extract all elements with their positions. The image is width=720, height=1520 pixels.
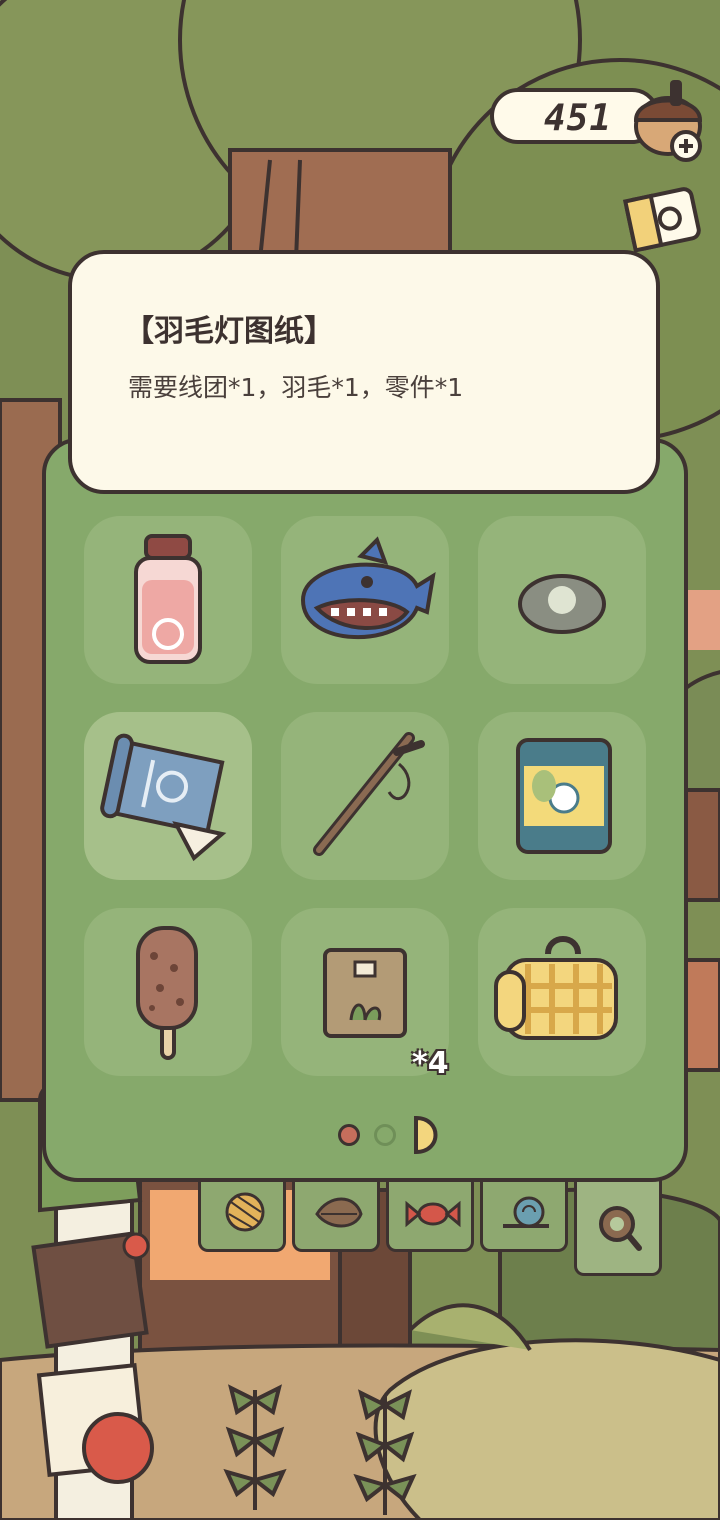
bottle-icon <box>134 534 202 664</box>
leaf-icon <box>315 1197 363 1228</box>
inventory-slot-stone[interactable] <box>478 516 646 684</box>
inventory-slot-blueprint[interactable] <box>84 712 252 880</box>
snail-icon <box>503 1196 549 1228</box>
acorn-icon[interactable] <box>628 74 708 164</box>
yarn-icon <box>225 1192 265 1232</box>
tab-candy[interactable] <box>386 1178 474 1252</box>
ticket-icon[interactable] <box>620 180 706 260</box>
candy-icon <box>405 1200 461 1228</box>
tooltip-description: 需要线团*1，羽毛*1，零件*1 <box>128 373 464 402</box>
page-dot-1[interactable] <box>338 1124 360 1146</box>
stick-icon <box>313 732 425 856</box>
inventory-slot-snack-bag[interactable] <box>478 712 646 880</box>
currency-value: 451 <box>544 98 613 139</box>
inventory-slot-popsicle[interactable] <box>84 908 252 1076</box>
inventory-panel: *4 <box>42 438 688 1182</box>
item-count-badge: *4 <box>412 1046 449 1081</box>
snack-bag-icon <box>516 738 612 854</box>
inventory-slot-stick[interactable] <box>281 712 449 880</box>
next-page-icon[interactable] <box>412 1114 440 1156</box>
popsicle-icon <box>136 926 198 1060</box>
tab-leaf[interactable] <box>292 1178 380 1252</box>
stone-icon <box>518 574 606 634</box>
page-dot-2[interactable] <box>374 1124 396 1146</box>
picnic-mat-icon <box>494 936 618 1040</box>
inventory-slot-picnic-mat[interactable] <box>478 908 646 1076</box>
inventory-slot-bottle[interactable] <box>84 516 252 684</box>
tab-yarn[interactable] <box>198 1178 286 1252</box>
blueprint-icon <box>100 733 227 862</box>
magnifier-icon <box>599 1206 642 1251</box>
inventory-slot-shark-toy[interactable] <box>281 516 449 684</box>
tab-magnifier[interactable] <box>574 1178 662 1276</box>
shark-toy-icon <box>300 536 436 639</box>
tab-snail[interactable] <box>480 1178 568 1252</box>
tooltip-title: 【羽毛灯图纸】 <box>124 314 334 349</box>
item-tooltip: 【羽毛灯图纸】 需要线团*1，羽毛*1，零件*1 <box>68 250 660 494</box>
